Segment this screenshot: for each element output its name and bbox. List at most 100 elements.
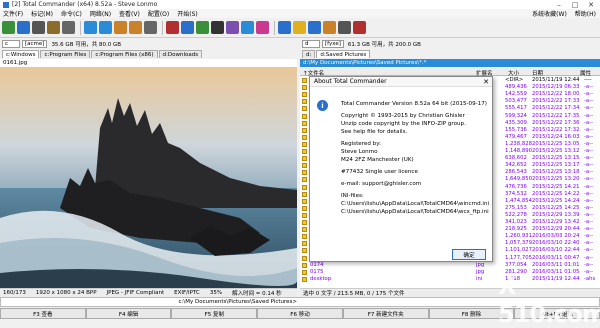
menu-start[interactable]: 开始(S) (177, 9, 198, 18)
left-tab-windows[interactable]: c:Windows (2, 50, 40, 58)
sync-icon[interactable] (241, 21, 254, 34)
file-name: 0175 (310, 268, 324, 275)
file-attr: -a-- (584, 254, 593, 261)
left-drive-select[interactable]: c (2, 39, 20, 48)
info-icon: i (317, 100, 328, 111)
notepad-icon[interactable] (196, 21, 209, 34)
minimize-button[interactable]: – (552, 0, 566, 9)
file-attr: -a-- (584, 126, 593, 133)
multi-rename-icon[interactable] (256, 21, 269, 34)
zoom-level[interactable]: 35% (210, 290, 222, 296)
ftp-icon[interactable] (166, 21, 179, 34)
refresh-icon[interactable] (2, 21, 15, 34)
ok-button[interactable]: 确定 (452, 249, 486, 260)
folder-icon (302, 269, 307, 275)
column-attr[interactable]: 属性 (580, 69, 591, 77)
sort-icon[interactable] (62, 21, 75, 34)
left-tab-program-files-x86[interactable]: c:Program Files (x86) (91, 50, 158, 58)
forward-icon[interactable] (99, 21, 112, 34)
compare-icon[interactable] (226, 21, 239, 34)
folder-icon (302, 156, 307, 162)
file-attr: -a-- (584, 169, 593, 176)
folder-icon (302, 220, 307, 225)
file-size: 374,532 (505, 190, 527, 197)
column-date[interactable]: 日期 (532, 69, 543, 77)
close-button[interactable]: ✕ (584, 0, 598, 9)
find-icon[interactable] (144, 21, 157, 34)
column-size[interactable]: 大小 (508, 69, 519, 77)
right-drive-bar: d [fyxe] 61.3 GB 可用，共 200.0 GB (302, 39, 421, 48)
thumbnail-icon[interactable] (17, 21, 30, 34)
dialog-text: C:\Users\lishu\AppData\Local\TotalCMD64\… (341, 201, 490, 207)
file-list-header: ↑文件名 扩展名 大小 日期 属性 (300, 68, 600, 77)
back-icon[interactable] (84, 21, 97, 34)
f7-newfolder-button[interactable]: F7 新建文件夹 (342, 308, 429, 319)
dialog-close-button[interactable]: ✕ (483, 78, 489, 86)
file-date: 2015/12/25 14:21 (532, 183, 580, 190)
move-icon[interactable] (323, 21, 336, 34)
unpack-icon[interactable] (129, 21, 142, 34)
file-size: 599,324 (505, 112, 527, 119)
search-icon[interactable] (308, 21, 321, 34)
f4-edit-button[interactable]: F4 编辑 (85, 308, 172, 319)
brief-view-icon[interactable] (32, 21, 45, 34)
left-tab-downloads[interactable]: d:Downloads (158, 50, 203, 58)
file-date: 2016/03/11 00:47 (532, 254, 580, 261)
toolbar (0, 18, 600, 38)
pack-icon[interactable] (114, 21, 127, 34)
file-size: 1,238,828 (505, 140, 532, 147)
left-tab-program-files[interactable]: c:Program Files (40, 50, 91, 58)
folder-icon (302, 141, 307, 147)
file-date: 2015/12/29 20:44 (532, 226, 580, 233)
f5-copy-button[interactable]: F5 复制 (171, 308, 258, 319)
menu-mark[interactable]: 标记(M) (31, 9, 53, 18)
f6-move-button[interactable]: F6 移动 (257, 308, 343, 319)
url-icon[interactable] (181, 21, 194, 34)
favorites-icon[interactable] (293, 21, 306, 34)
file-attr: -a-- (584, 204, 593, 211)
exit-icon[interactable] (353, 21, 366, 34)
menu-help[interactable]: 帮助(H) (575, 9, 596, 18)
dialog-text: INI-files: (341, 193, 364, 199)
file-attr: -a-- (584, 155, 593, 162)
file-date: 2015/12/22 17:36 (532, 119, 580, 126)
maximize-button[interactable]: □ (568, 0, 582, 9)
right-tabs: d: d:Saved Pictures (302, 49, 371, 58)
folder-icon (302, 205, 307, 211)
file-name: 0174 (310, 261, 324, 268)
right-drive-select[interactable]: d (302, 39, 320, 48)
menu-commands[interactable]: 命令(C) (61, 9, 82, 18)
menu-show[interactable]: 查看(V) (119, 9, 140, 18)
tree-icon[interactable] (47, 21, 60, 34)
file-size: 503,477 (505, 98, 527, 105)
config-icon[interactable] (338, 21, 351, 34)
folder-icon (302, 120, 307, 126)
file-size: 1,148,890 (505, 148, 532, 154)
menu-file[interactable]: 文件(F) (3, 9, 23, 18)
file-attr: -a-- (584, 91, 593, 98)
image-format: JPEG - JFIF Compliant (106, 290, 165, 296)
file-row[interactable]: 0174 jpg 377,054 2016/03/11 01:01 -a-- (300, 262, 600, 269)
dialog-text: Copyright © 1993-2015 by Christian Ghisl… (341, 113, 465, 119)
dialog-text: Unzip code copyright by the INFO-ZIP gro… (341, 121, 466, 127)
f3-view-button[interactable]: F3 查看 (0, 308, 86, 319)
folder-icon (302, 212, 307, 218)
dialog-text: #77432 Single user licence (341, 169, 418, 175)
file-size: 555,417 (505, 105, 527, 112)
right-tab-d[interactable]: d: (302, 50, 316, 58)
dialog-text: Total Commander Version 8.52a 64 bit (20… (341, 101, 487, 107)
file-date: 2015/11/19 12:44 (532, 77, 580, 83)
right-tab-saved-pictures[interactable]: d:Saved Pictures (316, 50, 371, 58)
file-date: 2016/03/11 01:01 (532, 261, 580, 268)
copy-icon[interactable] (278, 21, 291, 34)
right-path-bar[interactable]: d:\My Documents\Pictures\Saved Pictures\… (300, 59, 600, 67)
menu-net[interactable]: 网络(N) (90, 9, 111, 18)
cmd-icon[interactable] (211, 21, 224, 34)
left-status-bar: 160/173 1920 x 1080 x 24 BPP JPEG - JFIF… (0, 288, 297, 297)
file-size: 142,559 (505, 91, 527, 98)
menu-favorites[interactable]: 系统收藏(W) (532, 9, 567, 18)
exif-info[interactable]: EXIF/IPTC (174, 290, 200, 296)
menu-configuration[interactable]: 配置(O) (148, 9, 169, 18)
left-drive-info: 35.6 GB 可用，共 80.0 GB (51, 41, 121, 48)
file-attr: -a-- (584, 226, 593, 233)
